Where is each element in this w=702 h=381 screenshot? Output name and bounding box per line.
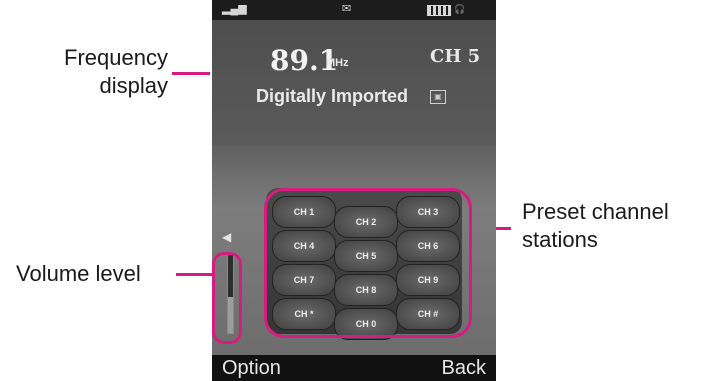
preset-channel-callout: Preset channel stations [522, 198, 702, 254]
preset-callout-line2: stations [522, 227, 598, 252]
frequency-callout-line1: Frequency [64, 45, 168, 70]
back-softkey[interactable]: Back [442, 355, 486, 381]
headset-icon: 🎧 [454, 4, 466, 14]
status-bar: ▂▄▆ ✉ 🎧 [212, 0, 496, 20]
battery-icon [427, 5, 451, 16]
volume-leader-line [176, 273, 212, 276]
softkey-bar: Option Back [212, 355, 496, 381]
frequency-leader-line [172, 72, 210, 75]
frequency-callout-line2: display [99, 73, 168, 98]
preset-highlight-outline [264, 188, 472, 338]
volume-level-callout: Volume level [16, 261, 141, 286]
option-softkey[interactable]: Option [222, 355, 281, 381]
current-channel: CH 5 [430, 46, 481, 67]
speaker-icon: ◀ [222, 230, 232, 244]
preset-callout-line1: Preset channel [522, 199, 669, 224]
frequency-panel: 89.1 MHz CH 5 Digitally Imported ▣ [212, 20, 496, 145]
station-name: Digitally Imported [256, 86, 409, 106]
signal-icon: ▂▄▆ [222, 3, 247, 15]
message-icon: ✉ [342, 3, 352, 15]
rds-icon: ▣ [430, 90, 446, 104]
frequency-display-callout: Frequency display [38, 44, 168, 100]
volume-highlight-outline [212, 252, 242, 344]
frequency-unit: MHz [326, 57, 349, 69]
